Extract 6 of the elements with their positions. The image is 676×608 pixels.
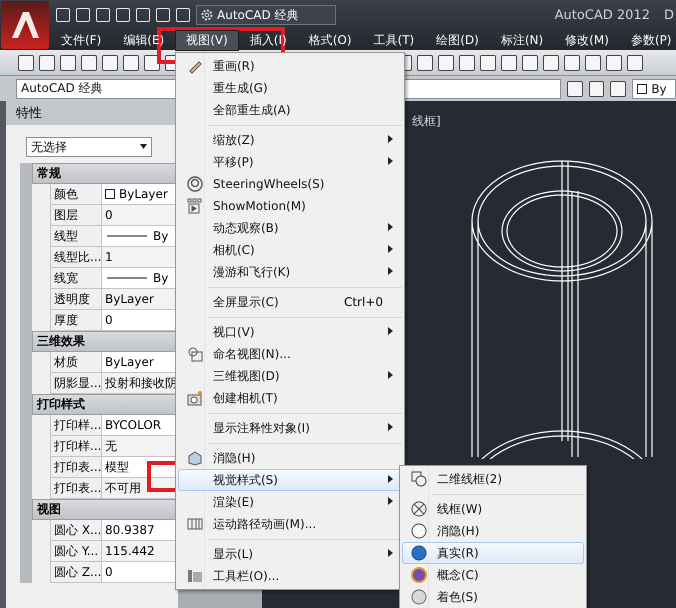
value-text: By — [153, 229, 168, 243]
shortcut-label: Ctrl+0 — [344, 295, 383, 309]
value-text: By — [153, 271, 168, 285]
panel-title: 特性 — [6, 101, 178, 125]
app-title: AutoCAD 2012 D — [554, 8, 675, 22]
value-text: ByLayer — [119, 187, 168, 201]
